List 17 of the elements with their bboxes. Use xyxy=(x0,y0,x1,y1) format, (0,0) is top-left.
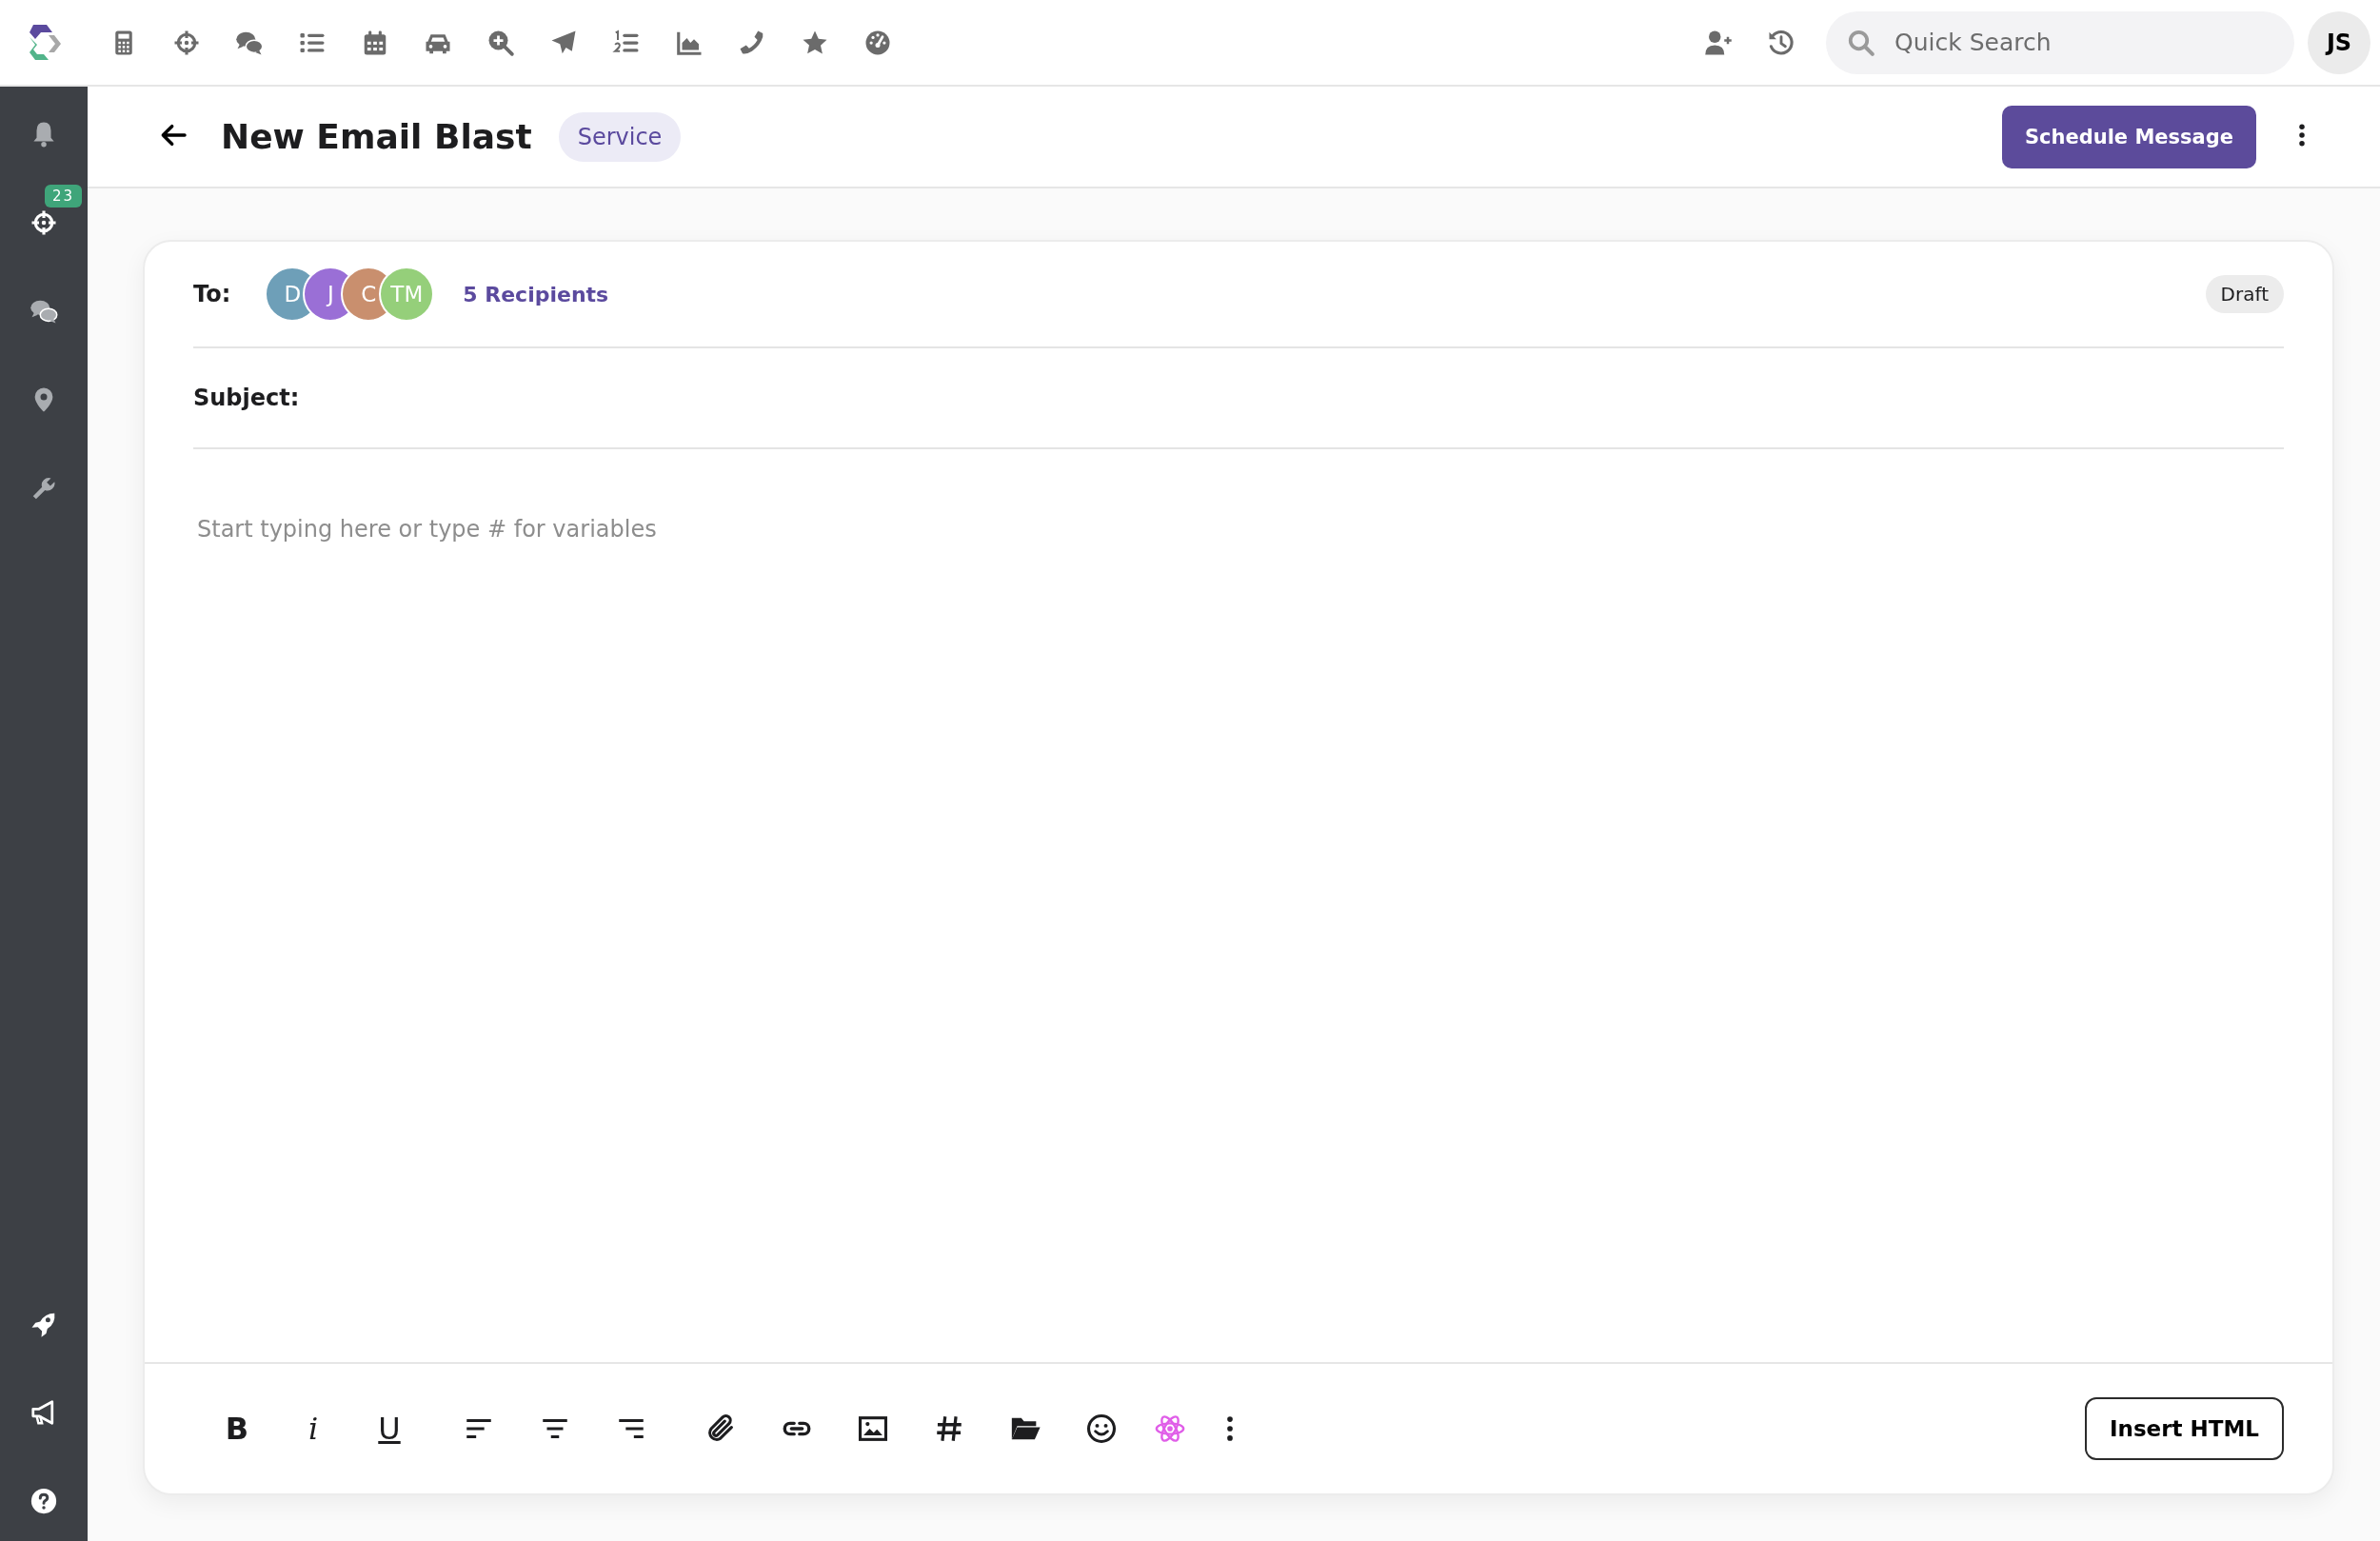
category-tag: Service xyxy=(558,111,682,162)
status-badge: Draft xyxy=(2205,275,2284,313)
recipient-avatar: TM xyxy=(379,267,435,322)
to-label: To: xyxy=(193,281,231,307)
count-badge: 23 xyxy=(45,185,83,207)
schedule-message-button[interactable]: Schedule Message xyxy=(2001,105,2256,168)
underline-button[interactable]: U xyxy=(351,1400,427,1457)
user-avatar[interactable]: JS xyxy=(2308,10,2370,74)
subject-label: Subject: xyxy=(193,385,300,411)
bold-button[interactable]: B xyxy=(199,1400,275,1457)
crosshair-icon[interactable] xyxy=(30,208,58,237)
page-title: New Email Blast xyxy=(221,117,532,156)
insert-html-button[interactable]: Insert HTML xyxy=(2084,1397,2284,1460)
recipients-link[interactable]: 5 Recipients xyxy=(463,282,609,306)
search-icon xyxy=(1847,28,1875,57)
search-field[interactable]: Quick Search xyxy=(1826,10,2294,74)
italic-button[interactable]: i xyxy=(275,1400,351,1457)
